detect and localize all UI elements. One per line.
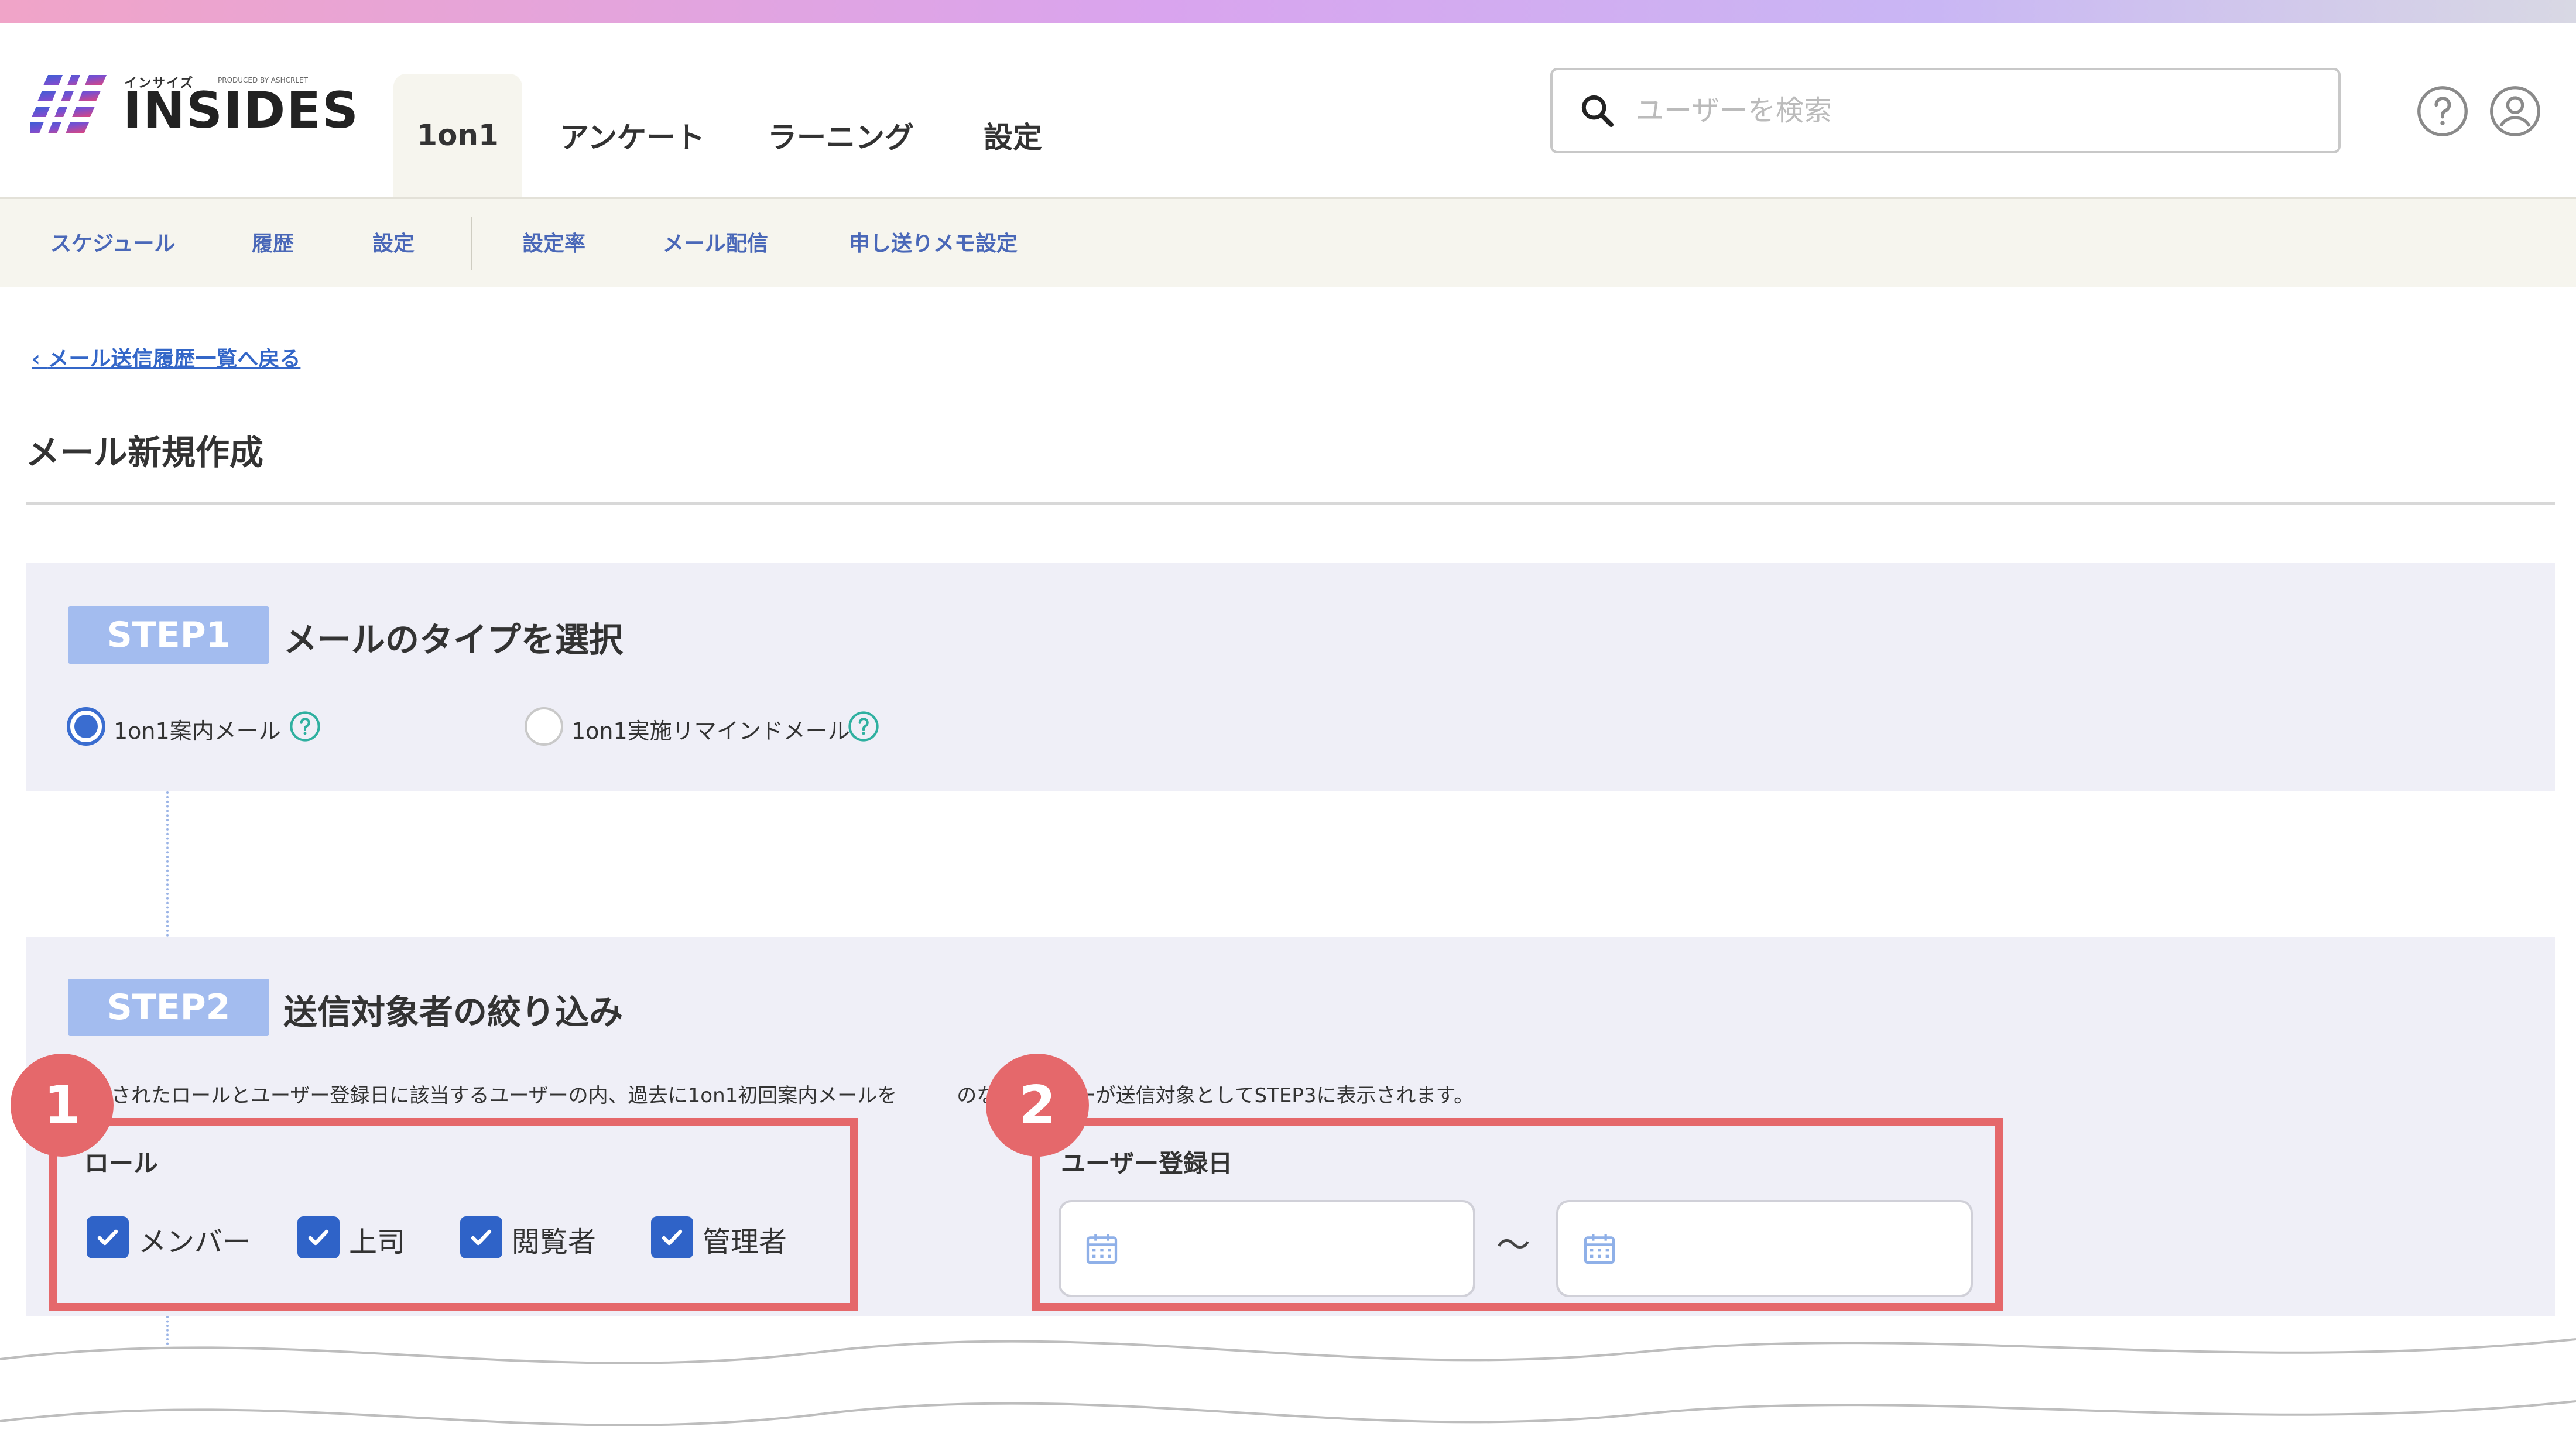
date-range-separator: 〜 — [1496, 1225, 1531, 1265]
registration-date-from-field[interactable] — [1059, 1200, 1475, 1297]
help-tooltip-icon[interactable] — [289, 711, 321, 742]
subnav-mail-delivery[interactable]: メール配信 — [663, 197, 768, 287]
help-tooltip-icon[interactable] — [848, 711, 879, 742]
search-input[interactable] — [1636, 87, 2280, 134]
search-icon — [1581, 95, 1614, 127]
help-circle-icon[interactable] — [2416, 84, 2469, 138]
subnav-schedule[interactable]: スケジュール — [50, 197, 175, 287]
check-icon — [97, 1229, 118, 1246]
back-link-label: メール送信履歴一覧へ戻る — [47, 347, 301, 371]
calendar-icon — [1584, 1234, 1615, 1264]
calendar-icon — [1086, 1234, 1118, 1264]
radio-label-1on1-guide-mail[interactable]: 1on1案内メール — [114, 713, 281, 745]
registration-date-label: ユーザー登録日 — [1061, 1149, 1233, 1178]
tab-settings[interactable]: 設定 — [972, 74, 1054, 197]
step1-title: メールのタイプを選択 — [283, 620, 624, 660]
radio-label-1on1-reminder-mail[interactable]: 1on1実施リマインドメール — [571, 713, 850, 745]
logo-mark-icon — [30, 75, 107, 133]
checkbox-label-boss[interactable]: 上司 — [349, 1219, 405, 1260]
step-connector — [166, 791, 169, 937]
checkbox-admin[interactable] — [651, 1216, 693, 1258]
registration-date-to-input[interactable] — [1630, 1225, 1958, 1272]
tab-learning[interactable]: ラーニング — [765, 74, 917, 197]
checkbox-label-admin[interactable]: 管理者 — [703, 1219, 787, 1260]
checkbox-label-viewer[interactable]: 閲覧者 — [512, 1219, 596, 1260]
subnav-history[interactable]: 履歴 — [252, 197, 294, 287]
step2-description: されたロールとユーザー登録日に該当するユーザーの内、過去に1on1初回案内メール… — [111, 1084, 1474, 1107]
role-label: ロール — [84, 1149, 159, 1178]
back-to-mail-history-link[interactable]: ‹ メール送信履歴一覧へ戻る — [32, 342, 300, 372]
logo-wordmark[interactable]: INSIDES — [123, 85, 359, 136]
tab-1on1[interactable]: 1on1 — [393, 74, 522, 197]
step1-badge: STEP1 — [68, 606, 269, 664]
registration-date-from-input[interactable] — [1132, 1225, 1460, 1272]
checkbox-member[interactable] — [87, 1216, 129, 1258]
user-circle-icon[interactable] — [2488, 84, 2542, 138]
annotation-marker-2: 2 — [986, 1054, 1089, 1157]
radio-1on1-guide-mail[interactable] — [67, 707, 105, 746]
subnav-divider — [471, 217, 472, 270]
step2-title: 送信対象者の絞り込み — [283, 992, 624, 1032]
subnav-setting-rate[interactable]: 設定率 — [522, 197, 585, 287]
page-title: メール新規作成 — [26, 433, 264, 472]
role-annotation-box — [49, 1118, 858, 1311]
step1-panel — [26, 563, 2555, 791]
annotation-marker-1: 1 — [11, 1054, 114, 1157]
title-divider — [26, 502, 2555, 505]
tab-survey[interactable]: アンケート — [556, 74, 708, 197]
search-box[interactable] — [1550, 68, 2341, 153]
top-gradient-strip — [0, 0, 2576, 23]
check-icon — [471, 1229, 492, 1246]
radio-1on1-reminder-mail[interactable] — [525, 707, 563, 746]
radio-dot — [74, 715, 98, 738]
registration-date-to-field[interactable] — [1556, 1200, 1973, 1297]
checkbox-boss[interactable] — [297, 1216, 340, 1258]
subnav-settings[interactable]: 設定 — [372, 197, 415, 287]
step2-badge: STEP2 — [68, 979, 269, 1036]
checkbox-viewer[interactable] — [460, 1216, 502, 1258]
torn-edge-decoration — [0, 1338, 2576, 1430]
check-icon — [308, 1229, 329, 1246]
subnav-handover-memo-settings[interactable]: 申し送りメモ設定 — [849, 197, 1018, 287]
checkbox-label-member[interactable]: メンバー — [138, 1219, 251, 1260]
check-icon — [662, 1229, 683, 1246]
